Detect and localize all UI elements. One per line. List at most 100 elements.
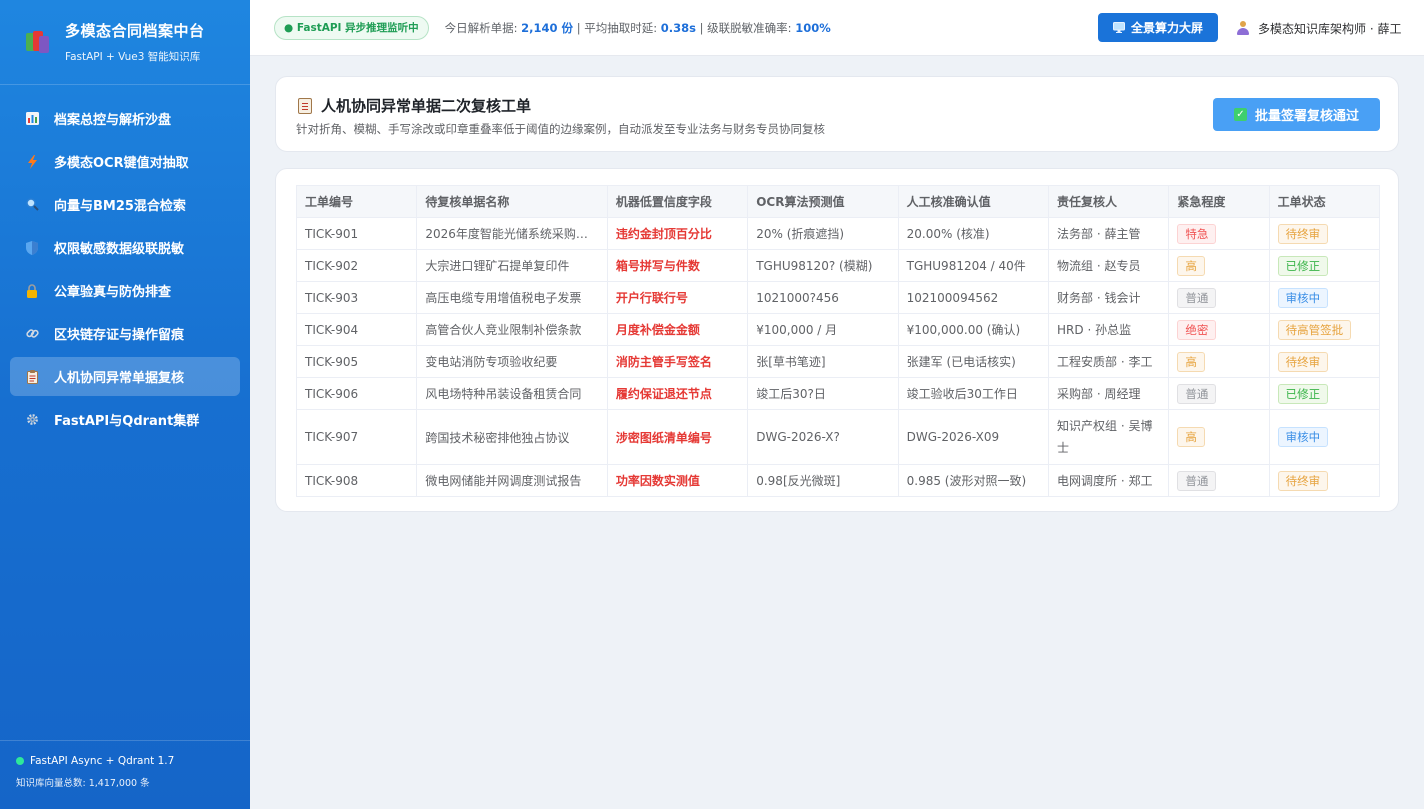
tickets-table-wrapper: 工单编号 待复核单据名称 机器低置信度字段 OCR算法预测值 人工核准确认值 责…	[296, 185, 1380, 497]
urgency-badge: 普通	[1177, 287, 1217, 308]
status-cell: 待终审	[1268, 217, 1380, 250]
reviewer-cell: 电网调度所 · 郑工	[1048, 464, 1170, 497]
status-badge[interactable]: 待终审	[1277, 470, 1329, 491]
document-name-cell: 2026年度智能光储系统采购补...	[416, 217, 608, 250]
status-cell: 待终审	[1268, 464, 1380, 497]
status-cell: 审核中	[1268, 409, 1380, 465]
compute-screen-button[interactable]: 全景算力大屏	[1098, 13, 1218, 42]
sidebar-item-ocr[interactable]: 多模态OCR键值对抽取	[10, 142, 240, 181]
column-header[interactable]: 责任复核人	[1048, 185, 1170, 218]
urgency-cell: 特急	[1168, 217, 1270, 250]
status-cell: 已修正	[1268, 377, 1380, 410]
confirmed-value-cell: 20.00% (核准)	[897, 217, 1050, 250]
metrics-summary: 今日解析单据: 2,140 份 | 平均抽取时延: 0.38s | 级联脱敏准确…	[445, 20, 831, 36]
compute-screen-label: 全景算力大屏	[1130, 21, 1203, 35]
monitor-icon	[1112, 22, 1125, 33]
table-row[interactable]: TICK-905 变电站消防专项验收纪要 消防主管手写签名 张[草书笔迹] 张建军 (已…	[296, 345, 1380, 378]
table-row[interactable]: TICK-907 跨国技术秘密排他独占协议 涉密图纸清单编号 DWG-2026-X? D…	[296, 409, 1380, 465]
document-name-cell: 风电场特种吊装设备租赁合同	[416, 377, 608, 410]
sidebar-item-label: 多模态OCR键值对抽取	[54, 156, 189, 171]
column-header[interactable]: 紧急程度	[1168, 185, 1270, 218]
low-confidence-field-cell: 涉密图纸清单编号	[606, 409, 749, 465]
status-cell: 审核中	[1268, 281, 1380, 314]
status-badge[interactable]: 待终审	[1277, 351, 1329, 372]
metric-value: 2,140 份	[521, 20, 574, 35]
sidebar-nav: 档案总控与解析沙盘 多模态OCR键值对抽取 向量与BM25混合检索 权限敏感数据…	[0, 85, 250, 439]
urgency-badge: 高	[1177, 255, 1205, 276]
topbar: ● FastAPI 异步推理监听中 今日解析单据: 2,140 份 | 平均抽取…	[250, 0, 1424, 56]
table-row[interactable]: TICK-908 微电网储能并网调度测试报告 功率因数实测值 0.98[反光微斑] 0.…	[296, 464, 1380, 497]
sidebar-item-dashboard[interactable]: 档案总控与解析沙盘	[10, 99, 240, 138]
document-name-cell: 变电站消防专项验收纪要	[416, 345, 608, 378]
low-confidence-field-cell: 月度补偿金金额	[606, 313, 749, 346]
sidebar-item-label: 档案总控与解析沙盘	[54, 113, 172, 128]
user-avatar-icon	[1236, 21, 1250, 35]
review-header-card: 人机协同异常单据二次复核工单 针对折角、模糊、手写涂改或印章重叠率低于阈值的边缘…	[275, 76, 1399, 152]
clipboard-icon	[298, 97, 312, 114]
metric-value: 0.38s	[660, 20, 696, 35]
bar-chart-icon	[25, 112, 39, 126]
sidebar-item-masking[interactable]: 权限敏感数据级联脱敏	[10, 228, 240, 267]
urgency-cell: 高	[1168, 409, 1270, 465]
low-confidence-field-cell: 箱号拼写与件数	[606, 249, 749, 282]
urgency-cell: 普通	[1168, 464, 1270, 497]
lock-icon	[25, 283, 39, 298]
sidebar-item-cluster[interactable]: FastAPI与Qdrant集群	[10, 400, 240, 439]
urgency-cell: 绝密	[1168, 313, 1270, 346]
status-badge[interactable]: 审核中	[1277, 287, 1329, 308]
document-name-cell: 高管合伙人竞业限制补偿条款	[416, 313, 608, 346]
ticket-id-cell: TICK-904	[296, 313, 418, 346]
magnifier-icon	[25, 198, 39, 212]
confirmed-value-cell: 0.985 (波形对照一致)	[897, 464, 1050, 497]
low-confidence-field-cell: 功率因数实测值	[606, 464, 749, 497]
user-profile[interactable]: 多模态知识库架构师 · 薛工	[1236, 0, 1401, 56]
confirmed-value-cell: ¥100,000.00 (确认)	[897, 313, 1050, 346]
page-title: 人机协同异常单据二次复核工单	[298, 95, 531, 116]
table-row[interactable]: TICK-906 风电场特种吊装设备租赁合同 履约保证退还节点 竣工后30?日 竣工验收…	[296, 377, 1380, 410]
document-name-cell: 大宗进口锂矿石提单复印件	[416, 249, 608, 282]
confirmed-value-cell: 102100094562	[897, 281, 1050, 314]
status-badge[interactable]: 已修正	[1277, 255, 1329, 276]
metric-value: 100%	[795, 20, 831, 35]
document-name-cell: 高压电缆专用增值税电子发票	[416, 281, 608, 314]
sidebar-item-label: 权限敏感数据级联脱敏	[54, 242, 185, 257]
tickets-table-card: 工单编号 待复核单据名称 机器低置信度字段 OCR算法预测值 人工核准确认值 责…	[275, 168, 1399, 512]
table-row[interactable]: TICK-901 2026年度智能光储系统采购补... 违约金封顶百分比 20% (折…	[296, 217, 1380, 250]
column-header[interactable]: 待复核单据名称	[416, 185, 608, 218]
status-badge[interactable]: 审核中	[1277, 427, 1329, 447]
reviewer-cell: 物流组 · 赵专员	[1048, 249, 1170, 282]
column-header[interactable]: 人工核准确认值	[897, 185, 1050, 218]
batch-approve-button[interactable]: ✓ 批量签署复核通过	[1213, 98, 1380, 131]
table-row[interactable]: TICK-904 高管合伙人竞业限制补偿条款 月度补偿金金额 ¥100,000 / 月…	[296, 313, 1380, 346]
clipboard-icon	[25, 369, 39, 384]
status-cell: 已修正	[1268, 249, 1380, 282]
sidebar-item-review[interactable]: 人机协同异常单据复核	[10, 357, 240, 396]
low-confidence-field-cell: 违约金封顶百分比	[606, 217, 749, 250]
gear-icon	[25, 413, 39, 427]
table-row[interactable]: TICK-902 大宗进口锂矿石提单复印件 箱号拼写与件数 TGHU98120? (模…	[296, 249, 1380, 282]
table-row[interactable]: TICK-903 高压电缆专用增值税电子发票 开户行联行号 1021000?456 10…	[296, 281, 1380, 314]
sidebar-item-seal[interactable]: 公章验真与防伪排查	[10, 271, 240, 310]
column-header[interactable]: OCR算法预测值	[747, 185, 899, 218]
urgency-badge: 高	[1177, 427, 1205, 447]
ticket-id-cell: TICK-903	[296, 281, 418, 314]
column-header[interactable]: 机器低置信度字段	[606, 185, 749, 218]
column-header[interactable]: 工单编号	[296, 185, 418, 218]
footer-vector-count: 知识库向量总数: 1,417,000 条	[16, 778, 150, 789]
page-title-text: 人机协同异常单据二次复核工单	[321, 97, 532, 115]
async-status-badge: ● FastAPI 异步推理监听中	[274, 15, 429, 40]
status-badge[interactable]: 待高管签批	[1277, 319, 1352, 340]
ticket-id-cell: TICK-907	[296, 409, 418, 465]
urgency-cell: 高	[1168, 345, 1270, 378]
status-badge[interactable]: 已修正	[1277, 383, 1329, 404]
status-badge[interactable]: 待终审	[1277, 223, 1329, 244]
sidebar-item-search[interactable]: 向量与BM25混合检索	[10, 185, 240, 224]
low-confidence-field-cell: 消防主管手写签名	[606, 345, 749, 378]
ocr-prediction-cell: 0.98[反光微斑]	[747, 464, 899, 497]
ticket-id-cell: TICK-906	[296, 377, 418, 410]
ocr-prediction-cell: DWG-2026-X?	[747, 409, 899, 465]
urgency-cell: 普通	[1168, 281, 1270, 314]
column-header[interactable]: 工单状态	[1268, 185, 1380, 218]
checkmark-icon: ✓	[1233, 108, 1247, 121]
sidebar-item-blockchain[interactable]: 区块链存证与操作留痕	[10, 314, 240, 353]
